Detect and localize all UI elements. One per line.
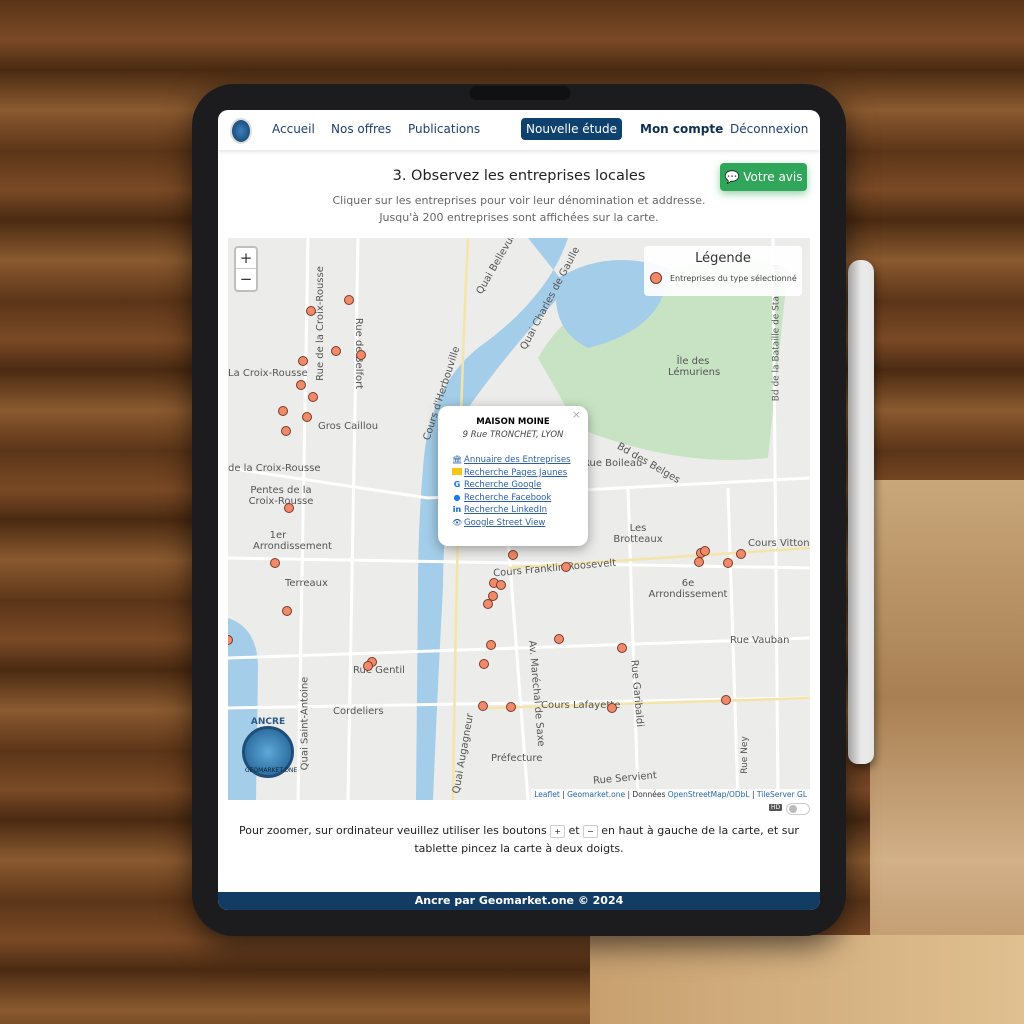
footer: Ancre par Geomarket.one © 2024: [218, 892, 820, 910]
business-marker[interactable]: [344, 295, 354, 305]
business-marker[interactable]: [282, 606, 292, 616]
business-marker[interactable]: [721, 695, 731, 705]
navbar: Accueil Nos offres Publications Nouvelle…: [218, 110, 820, 150]
osm-link[interactable]: OpenStreetMap/ODbL: [668, 790, 750, 799]
stylus-pencil: [848, 260, 874, 764]
business-marker[interactable]: [479, 659, 489, 669]
hd-toggle[interactable]: [786, 803, 810, 815]
nav-publications[interactable]: Publications: [408, 122, 480, 136]
feedback-button[interactable]: 💬 Votre avis: [720, 163, 807, 191]
nouvelle-etude-button[interactable]: Nouvelle étude: [521, 118, 622, 140]
page-subtitle: Jusqu'à 200 entreprises sont affichées s…: [379, 211, 659, 224]
link-linkedin[interactable]: in Recherche LinkedIn: [452, 505, 588, 518]
map[interactable]: Quai Bellevue Quai Charles de Gaulle Cou…: [228, 238, 810, 800]
popup-address: 9 Rue TRONCHET, LYON: [462, 430, 564, 440]
facebook-icon: ●: [453, 492, 461, 502]
business-marker[interactable]: [736, 549, 746, 559]
ancre-map-logo: ANCRE GEOMARKET.ONE: [242, 717, 297, 778]
chat-icon: 💬: [724, 170, 740, 184]
business-marker[interactable]: [284, 503, 294, 513]
map-attribution: Leaflet | Geomarket.one | Données OpenSt…: [531, 789, 810, 800]
business-marker[interactable]: [506, 702, 516, 712]
legend-title: Légende: [695, 251, 751, 266]
pages-jaunes-icon: [452, 467, 462, 475]
wood-background: [590, 935, 1024, 1024]
business-marker[interactable]: [554, 634, 564, 644]
business-marker[interactable]: [278, 406, 288, 416]
business-marker[interactable]: [607, 703, 617, 713]
zoom-help-text: Pour zoomer, sur ordinateur veuillez uti…: [239, 824, 799, 855]
business-marker[interactable]: [483, 599, 493, 609]
business-marker[interactable]: [228, 635, 233, 645]
business-marker[interactable]: [363, 661, 373, 671]
business-marker[interactable]: [281, 426, 291, 436]
nav-deconnexion[interactable]: Déconnexion: [730, 122, 808, 136]
link-facebook[interactable]: ● Recherche Facebook: [452, 493, 588, 506]
page-subtitle: Cliquer sur les entreprises pour voir le…: [332, 194, 706, 207]
link-pages-jaunes[interactable]: Recherche Pages Jaunes: [452, 467, 588, 481]
screen: Accueil Nos offres Publications Nouvelle…: [218, 110, 820, 910]
business-marker[interactable]: [298, 356, 308, 366]
business-marker[interactable]: [723, 558, 733, 568]
popup-business-name: MAISON MOINE: [476, 417, 550, 427]
linkedin-icon: in: [452, 505, 462, 514]
business-marker[interactable]: [561, 562, 571, 572]
link-google[interactable]: G Recherche Google: [452, 480, 588, 493]
business-marker[interactable]: [331, 346, 341, 356]
zoom-in-button[interactable]: +: [236, 248, 256, 269]
camera-notch: [470, 86, 570, 100]
map-legend: Légende Entreprises du type sélectionné: [644, 246, 802, 296]
nav-offres[interactable]: Nos offres: [331, 122, 391, 136]
zoom-control: + −: [234, 246, 258, 292]
business-marker[interactable]: [694, 557, 704, 567]
business-marker[interactable]: [270, 558, 280, 568]
eye-icon: 👁: [452, 517, 463, 527]
business-marker[interactable]: [356, 350, 366, 360]
tileserver-link[interactable]: TileServer GL: [757, 790, 807, 799]
leaflet-link[interactable]: Leaflet: [534, 790, 560, 799]
business-marker[interactable]: [700, 546, 710, 556]
business-marker[interactable]: [508, 550, 518, 560]
business-marker[interactable]: [486, 640, 496, 650]
link-annuaire[interactable]: 🏛 Annuaire des Entreprises: [452, 455, 588, 468]
legend-item: Entreprises du type sélectionné: [670, 273, 797, 283]
legend-marker-icon: [650, 272, 662, 284]
business-marker[interactable]: [617, 643, 627, 653]
business-marker[interactable]: [308, 392, 318, 402]
business-popup: × MAISON MOINE 9 Rue TRONCHET, LYON 🏛 Ann…: [438, 406, 588, 546]
feedback-label: Votre avis: [743, 170, 803, 184]
business-marker[interactable]: [478, 701, 488, 711]
business-marker[interactable]: [306, 306, 316, 316]
google-icon: G: [453, 480, 461, 489]
link-street-view[interactable]: 👁 Google Street View: [452, 518, 588, 531]
ancre-logo[interactable]: [230, 118, 252, 144]
popup-close-button[interactable]: ×: [572, 408, 581, 421]
business-marker[interactable]: [488, 591, 498, 601]
geomarket-link[interactable]: Geomarket.one: [567, 790, 625, 799]
bank-icon: 🏛: [452, 455, 463, 464]
business-marker[interactable]: [296, 380, 306, 390]
business-marker[interactable]: [302, 412, 312, 422]
zoom-out-button[interactable]: −: [236, 269, 256, 290]
nav-accueil[interactable]: Accueil: [272, 122, 315, 136]
hd-icon: HD: [769, 804, 783, 811]
nav-mon-compte[interactable]: Mon compte: [640, 122, 723, 136]
business-marker[interactable]: [496, 580, 506, 590]
